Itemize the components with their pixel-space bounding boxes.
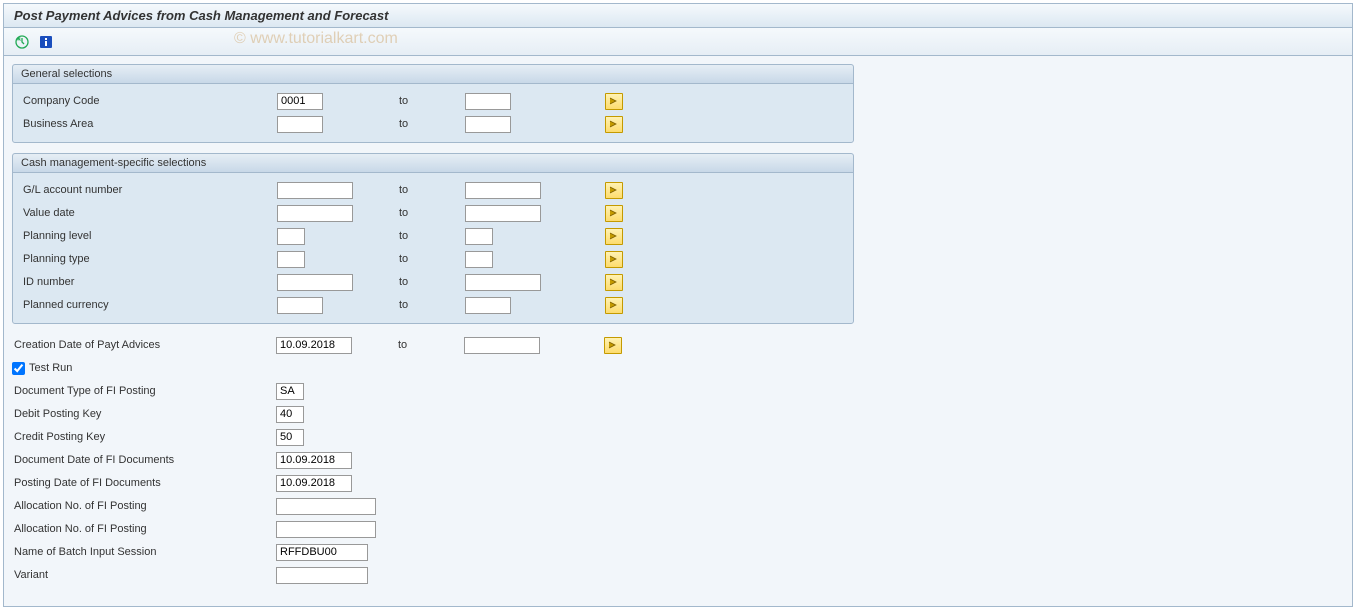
value-date-to-input[interactable] xyxy=(465,205,541,222)
window-frame: Post Payment Advices from Cash Managemen… xyxy=(3,3,1353,607)
creation-date-to-input[interactable] xyxy=(464,337,540,354)
id-number-row: ID number to xyxy=(21,271,845,293)
multiple-selection-button[interactable] xyxy=(605,182,623,199)
multiple-selection-button[interactable] xyxy=(604,337,622,354)
page-title: Post Payment Advices from Cash Managemen… xyxy=(4,4,1352,28)
gl-account-row: G/L account number to xyxy=(21,179,845,201)
info-icon[interactable] xyxy=(36,33,56,51)
execute-icon[interactable] xyxy=(12,33,32,51)
business-area-to-input[interactable] xyxy=(465,116,511,133)
business-area-label: Business Area xyxy=(21,118,277,130)
cash-management-group: Cash management-specific selections G/L … xyxy=(12,153,854,324)
multiple-selection-button[interactable] xyxy=(605,116,623,133)
alloc-no-2-label: Allocation No. of FI Posting xyxy=(12,523,276,535)
to-label: to xyxy=(397,207,465,219)
toolbar: © www.tutorialkart.com xyxy=(4,28,1352,56)
credit-key-input[interactable] xyxy=(276,429,304,446)
variant-row: Variant xyxy=(12,564,1344,586)
planned-currency-label: Planned currency xyxy=(21,299,277,311)
posting-date-label: Posting Date of FI Documents xyxy=(12,477,276,489)
company-code-label: Company Code xyxy=(21,95,277,107)
company-code-from-input[interactable] xyxy=(277,93,323,110)
to-label: to xyxy=(397,95,465,107)
alloc-no-2-input[interactable] xyxy=(276,521,376,538)
test-run-checkbox[interactable] xyxy=(12,362,25,375)
planning-level-from-input[interactable] xyxy=(277,228,305,245)
batch-name-row: Name of Batch Input Session xyxy=(12,541,1344,563)
creation-date-label: Creation Date of Payt Advices xyxy=(12,339,276,351)
debit-key-input[interactable] xyxy=(276,406,304,423)
alloc-no-1-label: Allocation No. of FI Posting xyxy=(12,500,276,512)
alloc-no-1-input[interactable] xyxy=(276,498,376,515)
gl-account-to-input[interactable] xyxy=(465,182,541,199)
test-run-row: Test Run xyxy=(12,357,1344,379)
variant-label: Variant xyxy=(12,569,276,581)
doc-date-label: Document Date of FI Documents xyxy=(12,454,276,466)
planning-type-to-input[interactable] xyxy=(465,251,493,268)
planned-currency-from-input[interactable] xyxy=(277,297,323,314)
general-selections-header: General selections xyxy=(13,65,853,84)
to-label: to xyxy=(396,339,464,351)
planning-type-row: Planning type to xyxy=(21,248,845,270)
alloc-no-2-row: Allocation No. of FI Posting xyxy=(12,518,1344,540)
value-date-row: Value date to xyxy=(21,202,845,224)
id-number-label: ID number xyxy=(21,276,277,288)
id-number-from-input[interactable] xyxy=(277,274,353,291)
batch-name-input[interactable] xyxy=(276,544,368,561)
creation-date-row: Creation Date of Payt Advices to xyxy=(12,334,1344,356)
multiple-selection-button[interactable] xyxy=(605,297,623,314)
variant-input[interactable] xyxy=(276,567,368,584)
planning-level-row: Planning level to xyxy=(21,225,845,247)
batch-name-label: Name of Batch Input Session xyxy=(12,546,276,558)
to-label: to xyxy=(397,253,465,265)
doc-date-row: Document Date of FI Documents xyxy=(12,449,1344,471)
general-selections-group: General selections Company Code to Busin… xyxy=(12,64,854,143)
test-run-label: Test Run xyxy=(29,362,72,374)
cash-management-header: Cash management-specific selections xyxy=(13,154,853,173)
gl-account-label: G/L account number xyxy=(21,184,277,196)
credit-key-row: Credit Posting Key xyxy=(12,426,1344,448)
additional-fields: Creation Date of Payt Advices to Test Ru… xyxy=(12,334,1344,586)
planned-currency-row: Planned currency to xyxy=(21,294,845,316)
id-number-to-input[interactable] xyxy=(465,274,541,291)
business-area-from-input[interactable] xyxy=(277,116,323,133)
company-code-row: Company Code to xyxy=(21,90,845,112)
gl-account-from-input[interactable] xyxy=(277,182,353,199)
creation-date-from-input[interactable] xyxy=(276,337,352,354)
to-label: to xyxy=(397,299,465,311)
planning-type-label: Planning type xyxy=(21,253,277,265)
planning-level-to-input[interactable] xyxy=(465,228,493,245)
multiple-selection-button[interactable] xyxy=(605,251,623,268)
multiple-selection-button[interactable] xyxy=(605,93,623,110)
planning-level-label: Planning level xyxy=(21,230,277,242)
company-code-to-input[interactable] xyxy=(465,93,511,110)
to-label: to xyxy=(397,184,465,196)
to-label: to xyxy=(397,118,465,130)
debit-key-label: Debit Posting Key xyxy=(12,408,276,420)
doc-type-label: Document Type of FI Posting xyxy=(12,385,276,397)
posting-date-row: Posting Date of FI Documents xyxy=(12,472,1344,494)
debit-key-row: Debit Posting Key xyxy=(12,403,1344,425)
value-date-from-input[interactable] xyxy=(277,205,353,222)
planned-currency-to-input[interactable] xyxy=(465,297,511,314)
alloc-no-1-row: Allocation No. of FI Posting xyxy=(12,495,1344,517)
to-label: to xyxy=(397,276,465,288)
doc-date-input[interactable] xyxy=(276,452,352,469)
credit-key-label: Credit Posting Key xyxy=(12,431,276,443)
doc-type-input[interactable] xyxy=(276,383,304,400)
multiple-selection-button[interactable] xyxy=(605,274,623,291)
to-label: to xyxy=(397,230,465,242)
doc-type-row: Document Type of FI Posting xyxy=(12,380,1344,402)
content-area: General selections Company Code to Busin… xyxy=(4,56,1352,595)
multiple-selection-button[interactable] xyxy=(605,228,623,245)
value-date-label: Value date xyxy=(21,207,277,219)
multiple-selection-button[interactable] xyxy=(605,205,623,222)
posting-date-input[interactable] xyxy=(276,475,352,492)
business-area-row: Business Area to xyxy=(21,113,845,135)
planning-type-from-input[interactable] xyxy=(277,251,305,268)
watermark-text: © www.tutorialkart.com xyxy=(234,30,398,48)
